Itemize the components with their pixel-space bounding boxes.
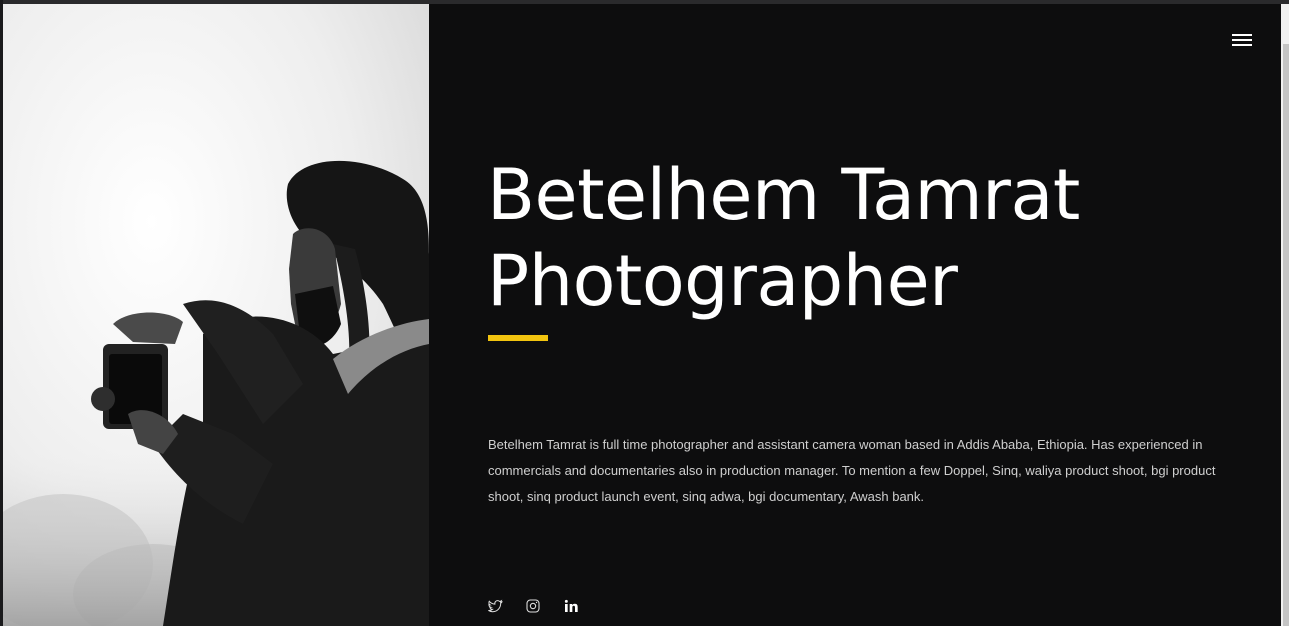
scrollbar-thumb[interactable]	[1283, 44, 1289, 626]
twitter-icon[interactable]	[487, 598, 503, 614]
hero-role: Photographer	[487, 240, 958, 322]
hero-title: Betelhem Tamrat Photographer	[487, 152, 1080, 324]
social-links	[487, 598, 601, 614]
menu-line	[1232, 34, 1252, 36]
page: Betelhem Tamrat Photographer Betelhem Ta…	[0, 0, 1289, 626]
bio-paragraph: Betelhem Tamrat is full time photographe…	[488, 437, 1216, 504]
menu-line	[1232, 39, 1252, 41]
portrait-photo	[3, 4, 429, 626]
hamburger-menu-icon[interactable]	[1229, 30, 1255, 50]
hero-name: Betelhem Tamrat	[487, 154, 1080, 236]
linkedin-icon[interactable]	[563, 598, 579, 614]
instagram-icon[interactable]	[525, 598, 541, 614]
menu-line	[1232, 44, 1252, 46]
accent-divider	[488, 335, 548, 341]
